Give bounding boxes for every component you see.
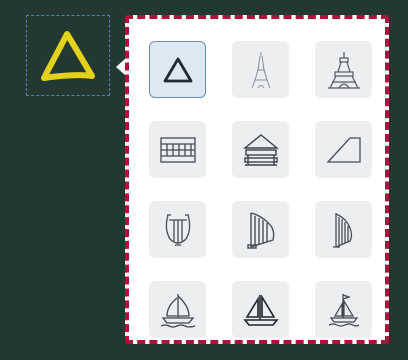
shape-option-harp[interactable]	[232, 201, 289, 258]
sailing-ship-icon	[328, 293, 359, 327]
shape-palette-panel	[125, 15, 389, 344]
shape-option-pavilion[interactable]	[232, 121, 289, 178]
tokyo-tower-icon	[327, 51, 360, 89]
triangle-icon	[163, 57, 192, 82]
sailboat-icon	[160, 293, 195, 328]
shape-option-tokyo-tower[interactable]	[315, 41, 372, 98]
callout-arrow	[116, 59, 125, 75]
ramp-icon	[326, 136, 361, 163]
shape-option-lyre[interactable]	[149, 201, 206, 258]
dam-gate-icon	[159, 136, 196, 163]
triangle-icon	[41, 30, 95, 81]
shape-option-eiffel-tower[interactable]	[232, 41, 289, 98]
shape-option-sailboat-outline[interactable]	[232, 281, 289, 338]
shape-grid	[149, 41, 372, 338]
shape-option-ramp[interactable]	[315, 121, 372, 178]
shape-option-sailboat[interactable]	[149, 281, 206, 338]
sailboat-outline-icon	[242, 293, 279, 326]
selected-shape[interactable]	[26, 15, 110, 96]
harp-icon	[246, 211, 274, 249]
small-harp-icon	[332, 212, 352, 248]
shape-option-sailing-ship[interactable]	[315, 281, 372, 338]
pavilion-icon	[242, 133, 279, 166]
lyre-icon	[165, 213, 190, 246]
shape-option-dam-gate[interactable]	[149, 121, 206, 178]
shape-option-triangle[interactable]	[149, 41, 206, 98]
eiffel-tower-icon	[251, 51, 270, 88]
shape-option-small-harp[interactable]	[315, 201, 372, 258]
